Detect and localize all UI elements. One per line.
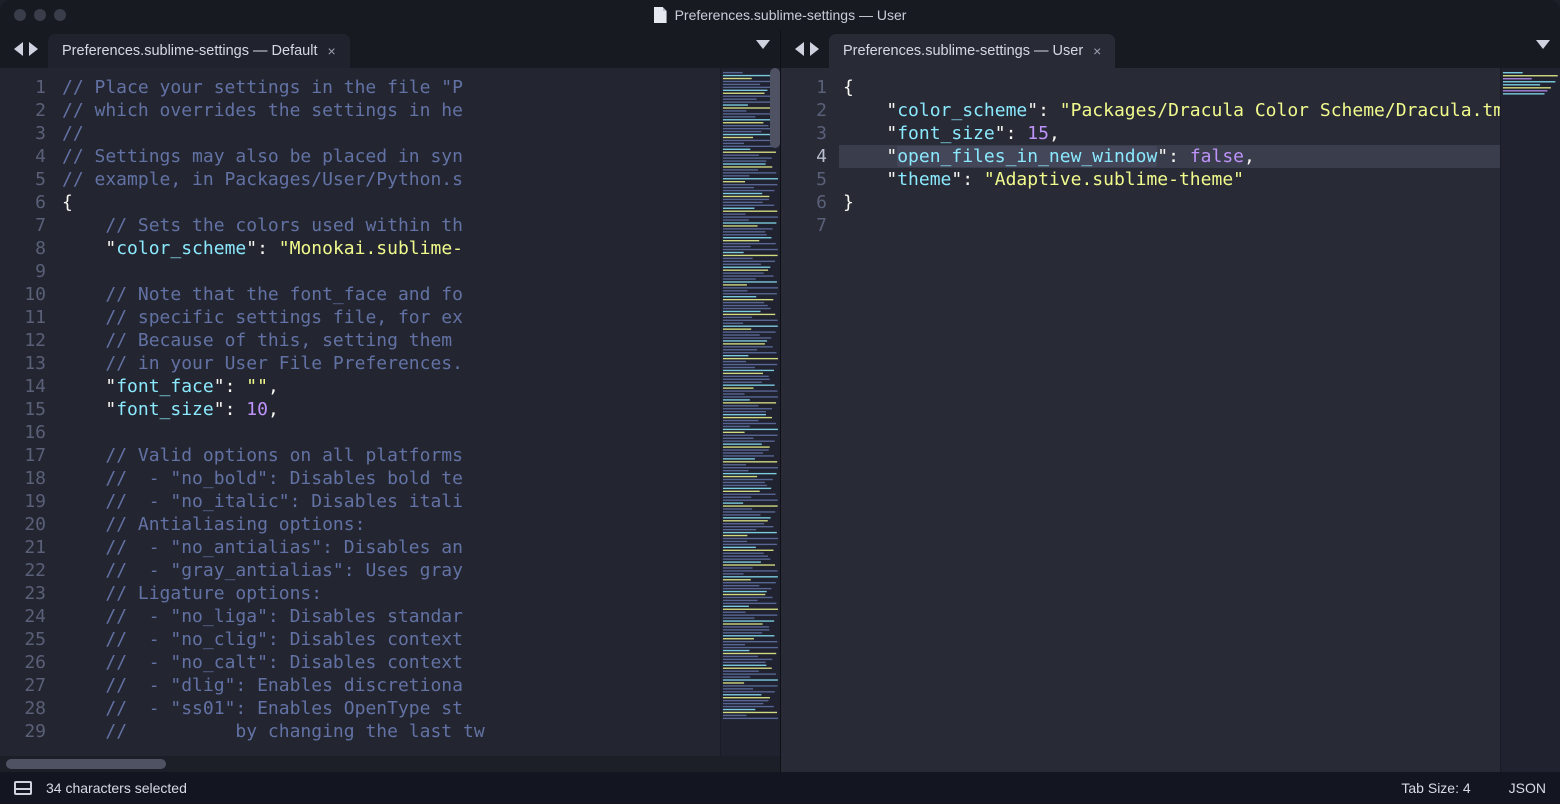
window-titlebar: Preferences.sublime-settings — User [0, 0, 1560, 30]
minimap[interactable] [720, 68, 780, 756]
tab-label: Preferences.sublime-settings — User [843, 43, 1083, 59]
zoom-window-dot[interactable] [54, 9, 66, 21]
editor-left[interactable]: 1234567891011121314151617181920212223242… [0, 68, 780, 756]
tab-default-settings[interactable]: Preferences.sublime-settings — Default × [48, 34, 350, 68]
status-tab-size[interactable]: Tab Size: 4 [1401, 780, 1470, 796]
status-syntax[interactable]: JSON [1509, 780, 1546, 796]
minimize-window-dot[interactable] [34, 9, 46, 21]
close-icon[interactable]: × [327, 43, 335, 59]
line-gutter: 1234567891011121314151617181920212223242… [0, 68, 58, 756]
tab-nav-arrows[interactable] [781, 30, 829, 68]
chevron-left-icon[interactable] [14, 42, 23, 56]
document-icon [654, 7, 667, 23]
scrollbar-thumb[interactable] [770, 68, 780, 148]
status-bar: 34 characters selected Tab Size: 4 JSON [0, 772, 1560, 804]
tab-label: Preferences.sublime-settings — Default [62, 43, 317, 59]
chevron-left-icon[interactable] [795, 42, 804, 56]
code-area[interactable]: { "color_scheme": "Packages/Dracula Colo… [839, 68, 1500, 772]
status-selection: 34 characters selected [46, 780, 187, 796]
window-title: Preferences.sublime-settings — User [675, 7, 907, 23]
tab-dropdown-icon[interactable] [1536, 40, 1550, 49]
tab-dropdown-icon[interactable] [756, 40, 770, 49]
editor-right[interactable]: 1234567 { "color_scheme": "Packages/Drac… [781, 68, 1560, 772]
chevron-right-icon[interactable] [29, 42, 38, 56]
chevron-right-icon[interactable] [810, 42, 819, 56]
close-icon[interactable]: × [1093, 43, 1101, 59]
line-gutter: 1234567 [781, 68, 839, 772]
scrollbar-thumb[interactable] [6, 759, 166, 769]
tab-bar-left: Preferences.sublime-settings — Default × [0, 30, 780, 68]
pane-left: Preferences.sublime-settings — Default ×… [0, 30, 780, 772]
tab-nav-arrows[interactable] [0, 30, 48, 68]
code-area[interactable]: // Place your settings in the file "P// … [58, 68, 720, 756]
pane-right: Preferences.sublime-settings — User × 12… [780, 30, 1560, 772]
close-window-dot[interactable] [14, 9, 26, 21]
horizontal-scrollbar[interactable] [0, 756, 780, 772]
tab-bar-right: Preferences.sublime-settings — User × [781, 30, 1560, 68]
panel-toggle-icon[interactable] [14, 781, 32, 795]
workspace-split: Preferences.sublime-settings — Default ×… [0, 30, 1560, 772]
window-traffic-lights[interactable] [0, 9, 66, 21]
tab-user-settings[interactable]: Preferences.sublime-settings — User × [829, 34, 1115, 68]
minimap[interactable] [1500, 68, 1560, 772]
